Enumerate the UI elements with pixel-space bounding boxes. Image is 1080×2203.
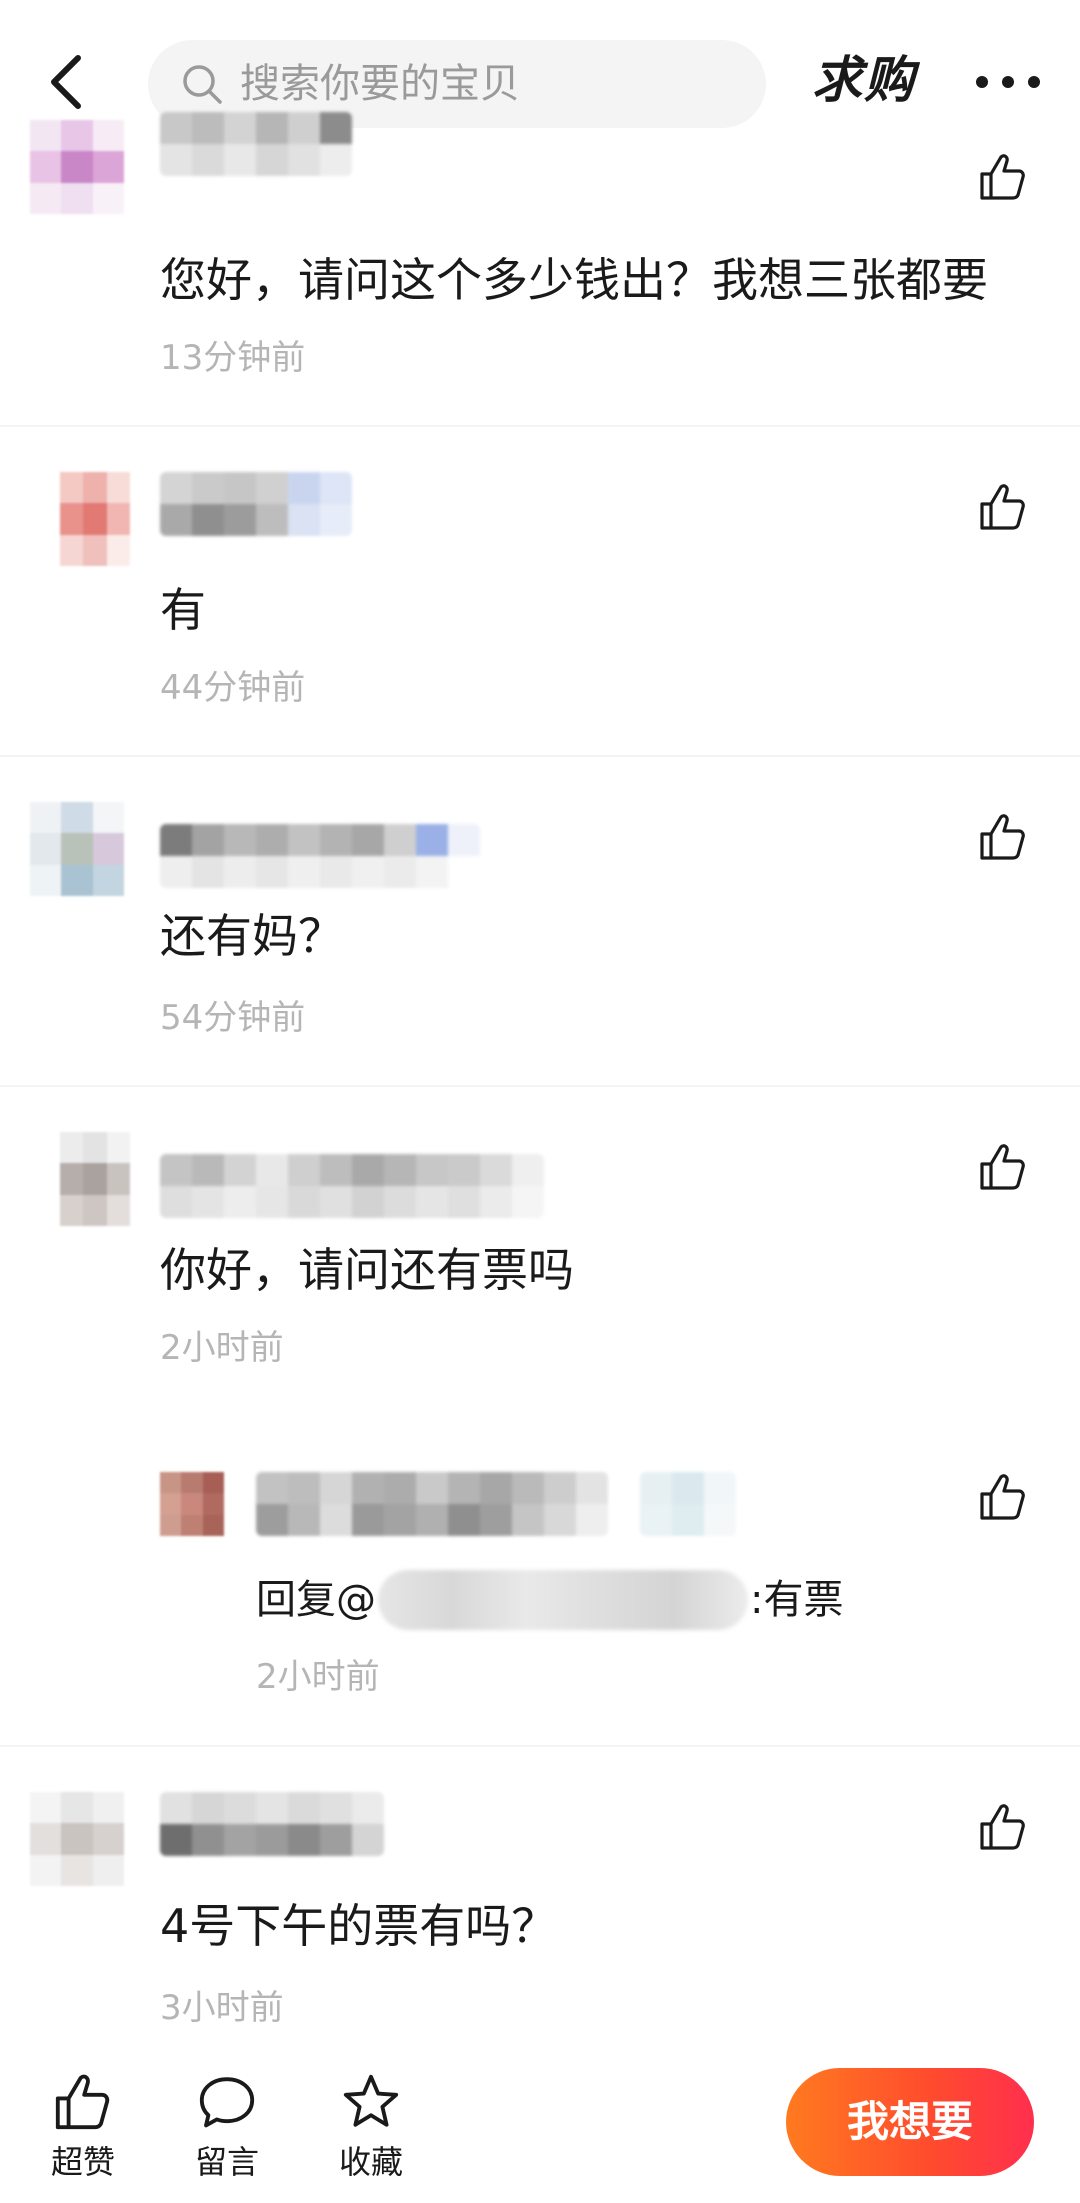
speech-bubble-icon xyxy=(199,2077,255,2128)
more-dot-icon xyxy=(1028,76,1040,88)
avatar[interactable] xyxy=(30,120,124,214)
thumbs-up-icon[interactable] xyxy=(978,482,1028,532)
favorite-button[interactable]: 收藏 xyxy=(316,2072,426,2192)
star-icon xyxy=(343,2074,399,2127)
divider xyxy=(0,1745,1080,1747)
username-blurred[interactable] xyxy=(160,824,480,888)
comment-time: 44分钟前 xyxy=(160,668,306,708)
comment-item: 你好，请问还有票吗 2小时前 xyxy=(0,1120,1080,1370)
comment-text: 还有妈？ xyxy=(160,909,344,963)
comment-text: 4号下午的票有吗？ xyxy=(160,1899,558,1953)
reply-suffix: :有票 xyxy=(750,1577,844,1623)
divider xyxy=(0,755,1080,757)
username-blurred[interactable] xyxy=(160,1792,384,1856)
avatar[interactable] xyxy=(60,472,130,566)
favorite-label: 收藏 xyxy=(338,2143,403,2181)
avatar[interactable] xyxy=(30,1792,124,1886)
comment-button[interactable]: 留言 xyxy=(172,2072,282,2192)
more-dot-icon xyxy=(1002,76,1014,88)
divider xyxy=(0,1085,1080,1087)
reply-mention-blurred[interactable] xyxy=(378,1570,748,1630)
username-blurred[interactable] xyxy=(160,112,352,176)
comment-text: 你好，请问还有票吗 xyxy=(160,1243,574,1297)
comment-item: 4号下午的票有吗？ 3小时前 xyxy=(0,1780,1080,2030)
avatar[interactable] xyxy=(30,802,124,896)
super-like-label: 超赞 xyxy=(50,2143,115,2181)
thumbs-up-icon[interactable] xyxy=(978,1142,1028,1192)
reply-prefix: 回复@ xyxy=(256,1577,376,1623)
comment-page: 搜索你要的宝贝 求购 您好，请问这个多少钱出？我想三张都要 13分钟前 有 44… xyxy=(0,0,1080,2203)
comment-item: 您好，请问这个多少钱出？我想三张都要 13分钟前 xyxy=(0,100,1080,378)
comment-text: 您好，请问这个多少钱出？我想三张都要 xyxy=(160,253,988,307)
username-blurred[interactable] xyxy=(160,1154,544,1218)
reply-item: 回复@ :有票 2小时前 xyxy=(0,1450,1080,1720)
more-options-button[interactable] xyxy=(976,72,1040,92)
divider xyxy=(0,425,1080,427)
comment-time: 13分钟前 xyxy=(160,338,306,378)
avatar[interactable] xyxy=(160,1472,224,1536)
thumbs-up-icon[interactable] xyxy=(978,1472,1028,1522)
reply-time: 2小时前 xyxy=(256,1657,380,1697)
reply-text: 回复@ :有票 xyxy=(256,1570,843,1630)
username-blurred xyxy=(640,1472,736,1536)
i-want-button[interactable]: 我想要 xyxy=(786,2068,1034,2176)
more-dot-icon xyxy=(976,76,988,88)
comment-time: 3小时前 xyxy=(160,1988,284,2028)
super-like-button[interactable]: 超赞 xyxy=(28,2072,138,2192)
thumbs-up-icon xyxy=(55,2074,110,2130)
thumbs-up-icon[interactable] xyxy=(978,812,1028,862)
bottom-action-bar: 超赞 留言 收藏 我想要 xyxy=(0,2050,1080,2203)
thumbs-up-icon[interactable] xyxy=(978,152,1028,202)
comment-label: 留言 xyxy=(194,2143,259,2181)
username-blurred[interactable] xyxy=(160,472,352,536)
comment-item: 还有妈？ 54分钟前 xyxy=(0,790,1080,1040)
avatar[interactable] xyxy=(60,1132,130,1226)
comment-text: 有 xyxy=(160,583,206,637)
username-blurred[interactable] xyxy=(256,1472,608,1536)
thumbs-up-icon[interactable] xyxy=(978,1802,1028,1852)
comment-time: 54分钟前 xyxy=(160,998,306,1038)
comment-item: 有 44分钟前 xyxy=(0,460,1080,710)
comment-time: 2小时前 xyxy=(160,1328,284,1368)
